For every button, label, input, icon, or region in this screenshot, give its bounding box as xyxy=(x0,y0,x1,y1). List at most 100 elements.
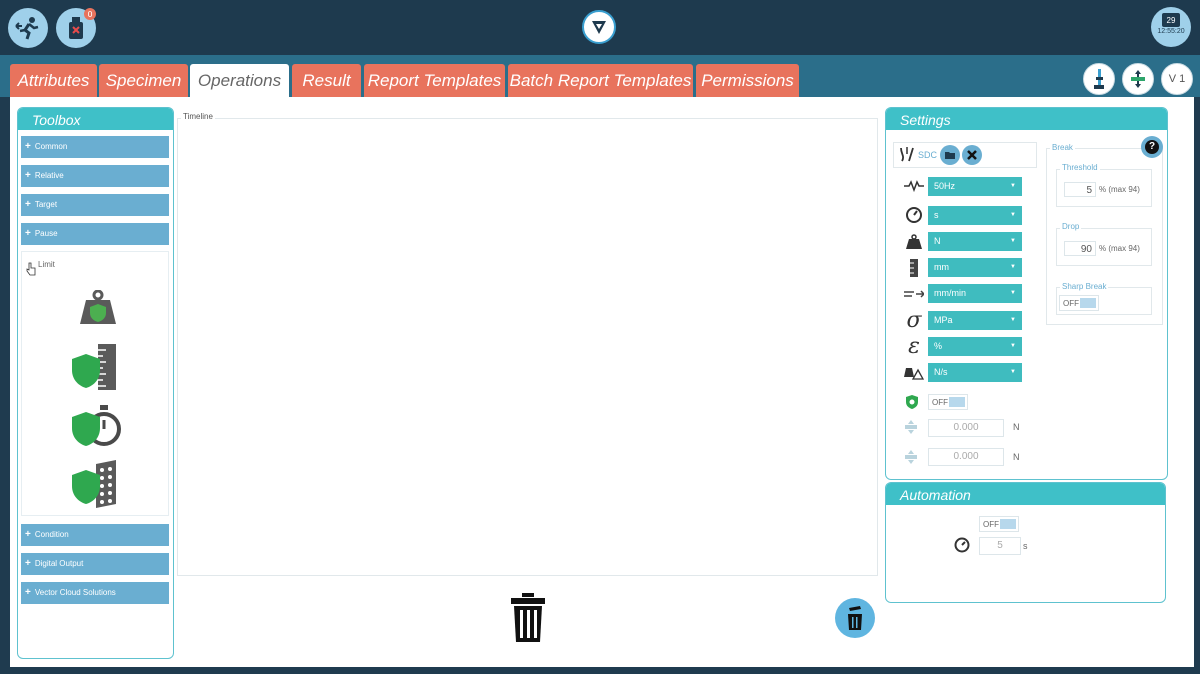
tab-specimen[interactable]: Specimen xyxy=(99,64,188,97)
chevron-down-icon: ▼ xyxy=(1010,343,1016,349)
tool-label: Digital Output xyxy=(34,559,84,568)
tool-condition[interactable]: + Condition xyxy=(21,524,169,546)
tab-operations[interactable]: Operations xyxy=(190,64,289,97)
length-unit-select[interactable]: mm ▼ xyxy=(928,258,1022,277)
frequency-select[interactable]: 50Hz ▼ xyxy=(928,177,1022,196)
trash-icon[interactable] xyxy=(510,592,546,644)
tool-label: Vector Cloud Solutions xyxy=(34,588,116,597)
tool-digital-output[interactable]: + Digital Output xyxy=(21,553,169,575)
strain-unit-value: % xyxy=(934,341,943,351)
plus-icon: + xyxy=(25,587,31,598)
plus-icon: + xyxy=(25,141,31,152)
upper-limit-input[interactable]: 0.000 xyxy=(928,419,1004,437)
calendar-day: 29 xyxy=(1162,13,1180,27)
header-band xyxy=(0,55,1200,63)
plus-icon: + xyxy=(25,558,31,569)
tool-relative[interactable]: + Relative xyxy=(21,165,169,187)
chevron-down-icon: ▼ xyxy=(1010,317,1016,323)
close-icon xyxy=(967,150,977,160)
calendar-clock-button[interactable]: 29 12:55:20 xyxy=(1151,7,1191,47)
automation-time-unit: s xyxy=(1023,541,1028,551)
settings-title: Settings xyxy=(886,108,1167,130)
stress-unit-select[interactable]: MPa ▼ xyxy=(928,311,1022,330)
time-unit-select[interactable]: s ▼ xyxy=(928,206,1022,225)
protection-shield-icon xyxy=(906,395,918,409)
tool-common[interactable]: + Common xyxy=(21,136,169,158)
folder-icon xyxy=(945,152,955,159)
tab-attributes[interactable]: Attributes xyxy=(10,64,97,97)
load-unit-select[interactable]: N ▼ xyxy=(928,232,1022,251)
tool-pause[interactable]: + Pause xyxy=(21,223,169,245)
version-label: V 1 xyxy=(1168,73,1186,85)
strain-unit-icon: ε xyxy=(908,333,920,359)
drop-input[interactable]: 90 xyxy=(1064,241,1096,256)
length-unit-icon xyxy=(903,258,925,278)
sdc-open-button[interactable] xyxy=(940,145,960,165)
drop-value: 90 xyxy=(1080,244,1092,255)
upper-limit-unit: N xyxy=(1013,422,1020,432)
drop-label: Drop xyxy=(1060,222,1082,231)
version-button[interactable]: V 1 xyxy=(1161,63,1193,95)
clear-timeline-button[interactable] xyxy=(835,598,875,638)
stress-unit-value: MPa xyxy=(934,315,953,325)
clock-time: 12:55:20 xyxy=(1157,28,1185,35)
sdc-remove-button[interactable] xyxy=(962,145,982,165)
tab-result[interactable]: Result xyxy=(292,64,361,97)
plus-icon: + xyxy=(25,199,31,210)
load-rate-select[interactable]: N/s ▼ xyxy=(928,363,1022,382)
tool-label: Common xyxy=(34,142,68,151)
chevron-down-icon: ▼ xyxy=(1010,238,1016,244)
strain-unit-select[interactable]: % ▼ xyxy=(928,337,1022,356)
load-limit-icon[interactable] xyxy=(78,290,118,326)
limit-label: Limit xyxy=(38,260,55,269)
exit-running-icon xyxy=(15,17,39,40)
protection-toggle[interactable]: OFF xyxy=(928,394,968,410)
threshold-value: 5 xyxy=(1086,185,1092,196)
v-logo-icon xyxy=(592,21,606,34)
tool-label: Relative xyxy=(34,171,64,180)
toolbox-title: Toolbox xyxy=(18,108,173,130)
sharp-break-toggle[interactable]: OFF xyxy=(1059,295,1099,311)
threshold-input[interactable]: 5 xyxy=(1064,182,1096,197)
automation-toggle[interactable]: OFF xyxy=(979,516,1019,532)
machine-button[interactable] xyxy=(1083,63,1115,95)
displacement-limit-icon[interactable] xyxy=(72,342,120,392)
tool-vector-cloud-solutions[interactable]: + Vector Cloud Solutions xyxy=(21,582,169,604)
toggle-state: OFF xyxy=(932,398,948,407)
tool-target[interactable]: + Target xyxy=(21,194,169,216)
automation-title: Automation xyxy=(886,483,1165,505)
speed-unit-select[interactable]: mm/min ▼ xyxy=(928,284,1022,303)
timeline-area[interactable] xyxy=(177,118,878,576)
time-unit-icon xyxy=(903,205,925,225)
load-unit-value: N xyxy=(934,236,941,246)
help-icon: ? xyxy=(1145,140,1159,154)
tool-label: Target xyxy=(34,200,58,209)
time-limit-icon[interactable] xyxy=(72,402,122,450)
strain-limit-icon[interactable] xyxy=(72,458,120,510)
automation-time-input[interactable]: 5 xyxy=(979,537,1021,555)
logo xyxy=(582,10,616,44)
sharp-break-label: Sharp Break xyxy=(1060,282,1109,291)
test-machine-icon xyxy=(1094,69,1104,89)
top-bar: 0 29 12:55:20 xyxy=(0,0,1200,55)
exit-button[interactable] xyxy=(8,8,48,48)
frequency-icon xyxy=(903,176,925,196)
tab-report-templates[interactable]: Report Templates xyxy=(364,64,505,97)
sdc-icon xyxy=(900,147,914,162)
length-unit-value: mm xyxy=(934,262,949,272)
tab-batch-report-templates[interactable]: Batch Report Templates xyxy=(508,64,693,97)
tab-permissions[interactable]: Permissions xyxy=(696,64,799,97)
usb-count-badge: 0 xyxy=(84,8,96,20)
upper-limit-icon xyxy=(905,420,917,434)
lower-limit-input[interactable]: 0.000 xyxy=(928,448,1004,466)
help-button[interactable]: ? xyxy=(1141,136,1163,158)
lower-limit-unit: N xyxy=(1013,452,1020,462)
load-rate-value: N/s xyxy=(934,367,948,377)
plus-icon: + xyxy=(25,529,31,540)
calendar-icon: 29 12:55:20 xyxy=(1157,13,1185,41)
specimen-fit-button[interactable] xyxy=(1122,63,1154,95)
break-label: Break xyxy=(1050,143,1075,152)
lower-limit-icon xyxy=(905,450,917,464)
limit-section: Limit xyxy=(21,251,169,516)
threshold-unit: % (max 94) xyxy=(1099,185,1140,194)
